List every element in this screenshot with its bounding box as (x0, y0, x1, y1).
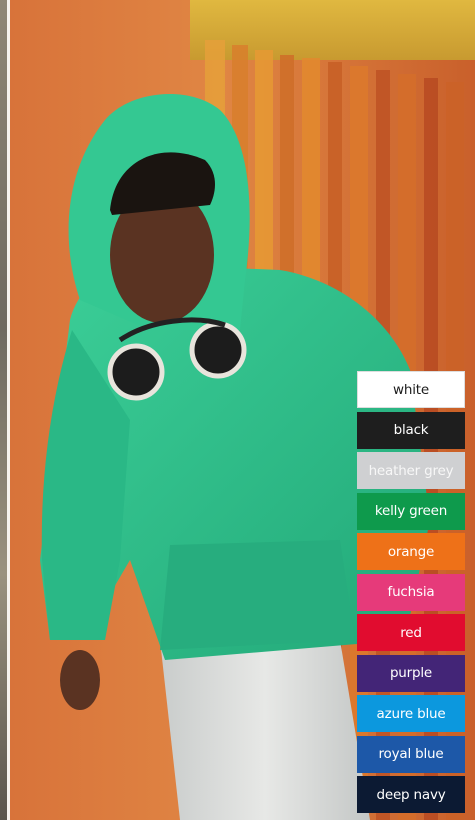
swatch-fuchsia[interactable]: fuchsia (357, 573, 465, 611)
headphone-cup-left (107, 343, 165, 401)
adjacent-photo-edge (0, 0, 7, 820)
swatch-white[interactable]: white (357, 371, 465, 408)
swatch-orange[interactable]: orange (357, 533, 465, 570)
light-jeans (160, 640, 370, 820)
swatch-deep-navy[interactable]: deep navy (357, 776, 465, 813)
swatch-kelly-green[interactable]: kelly green (357, 492, 465, 530)
headphone-cup-right (189, 321, 247, 379)
swatch-red[interactable]: red (357, 614, 465, 651)
swatch-azure-blue[interactable]: azure blue (357, 695, 465, 732)
kangaroo-pocket (160, 540, 355, 650)
swatch-black[interactable]: black (357, 411, 465, 449)
child-hand-left (60, 650, 100, 710)
swatch-heather-grey[interactable]: heather grey (357, 452, 465, 489)
swatch-royal-blue[interactable]: royal blue (357, 735, 465, 773)
product-image-stage: white black heather grey kelly green orange f… (0, 0, 475, 820)
color-swatch-list: white black heather grey kelly green orange f… (357, 371, 465, 813)
swatch-purple[interactable]: purple (357, 654, 465, 692)
